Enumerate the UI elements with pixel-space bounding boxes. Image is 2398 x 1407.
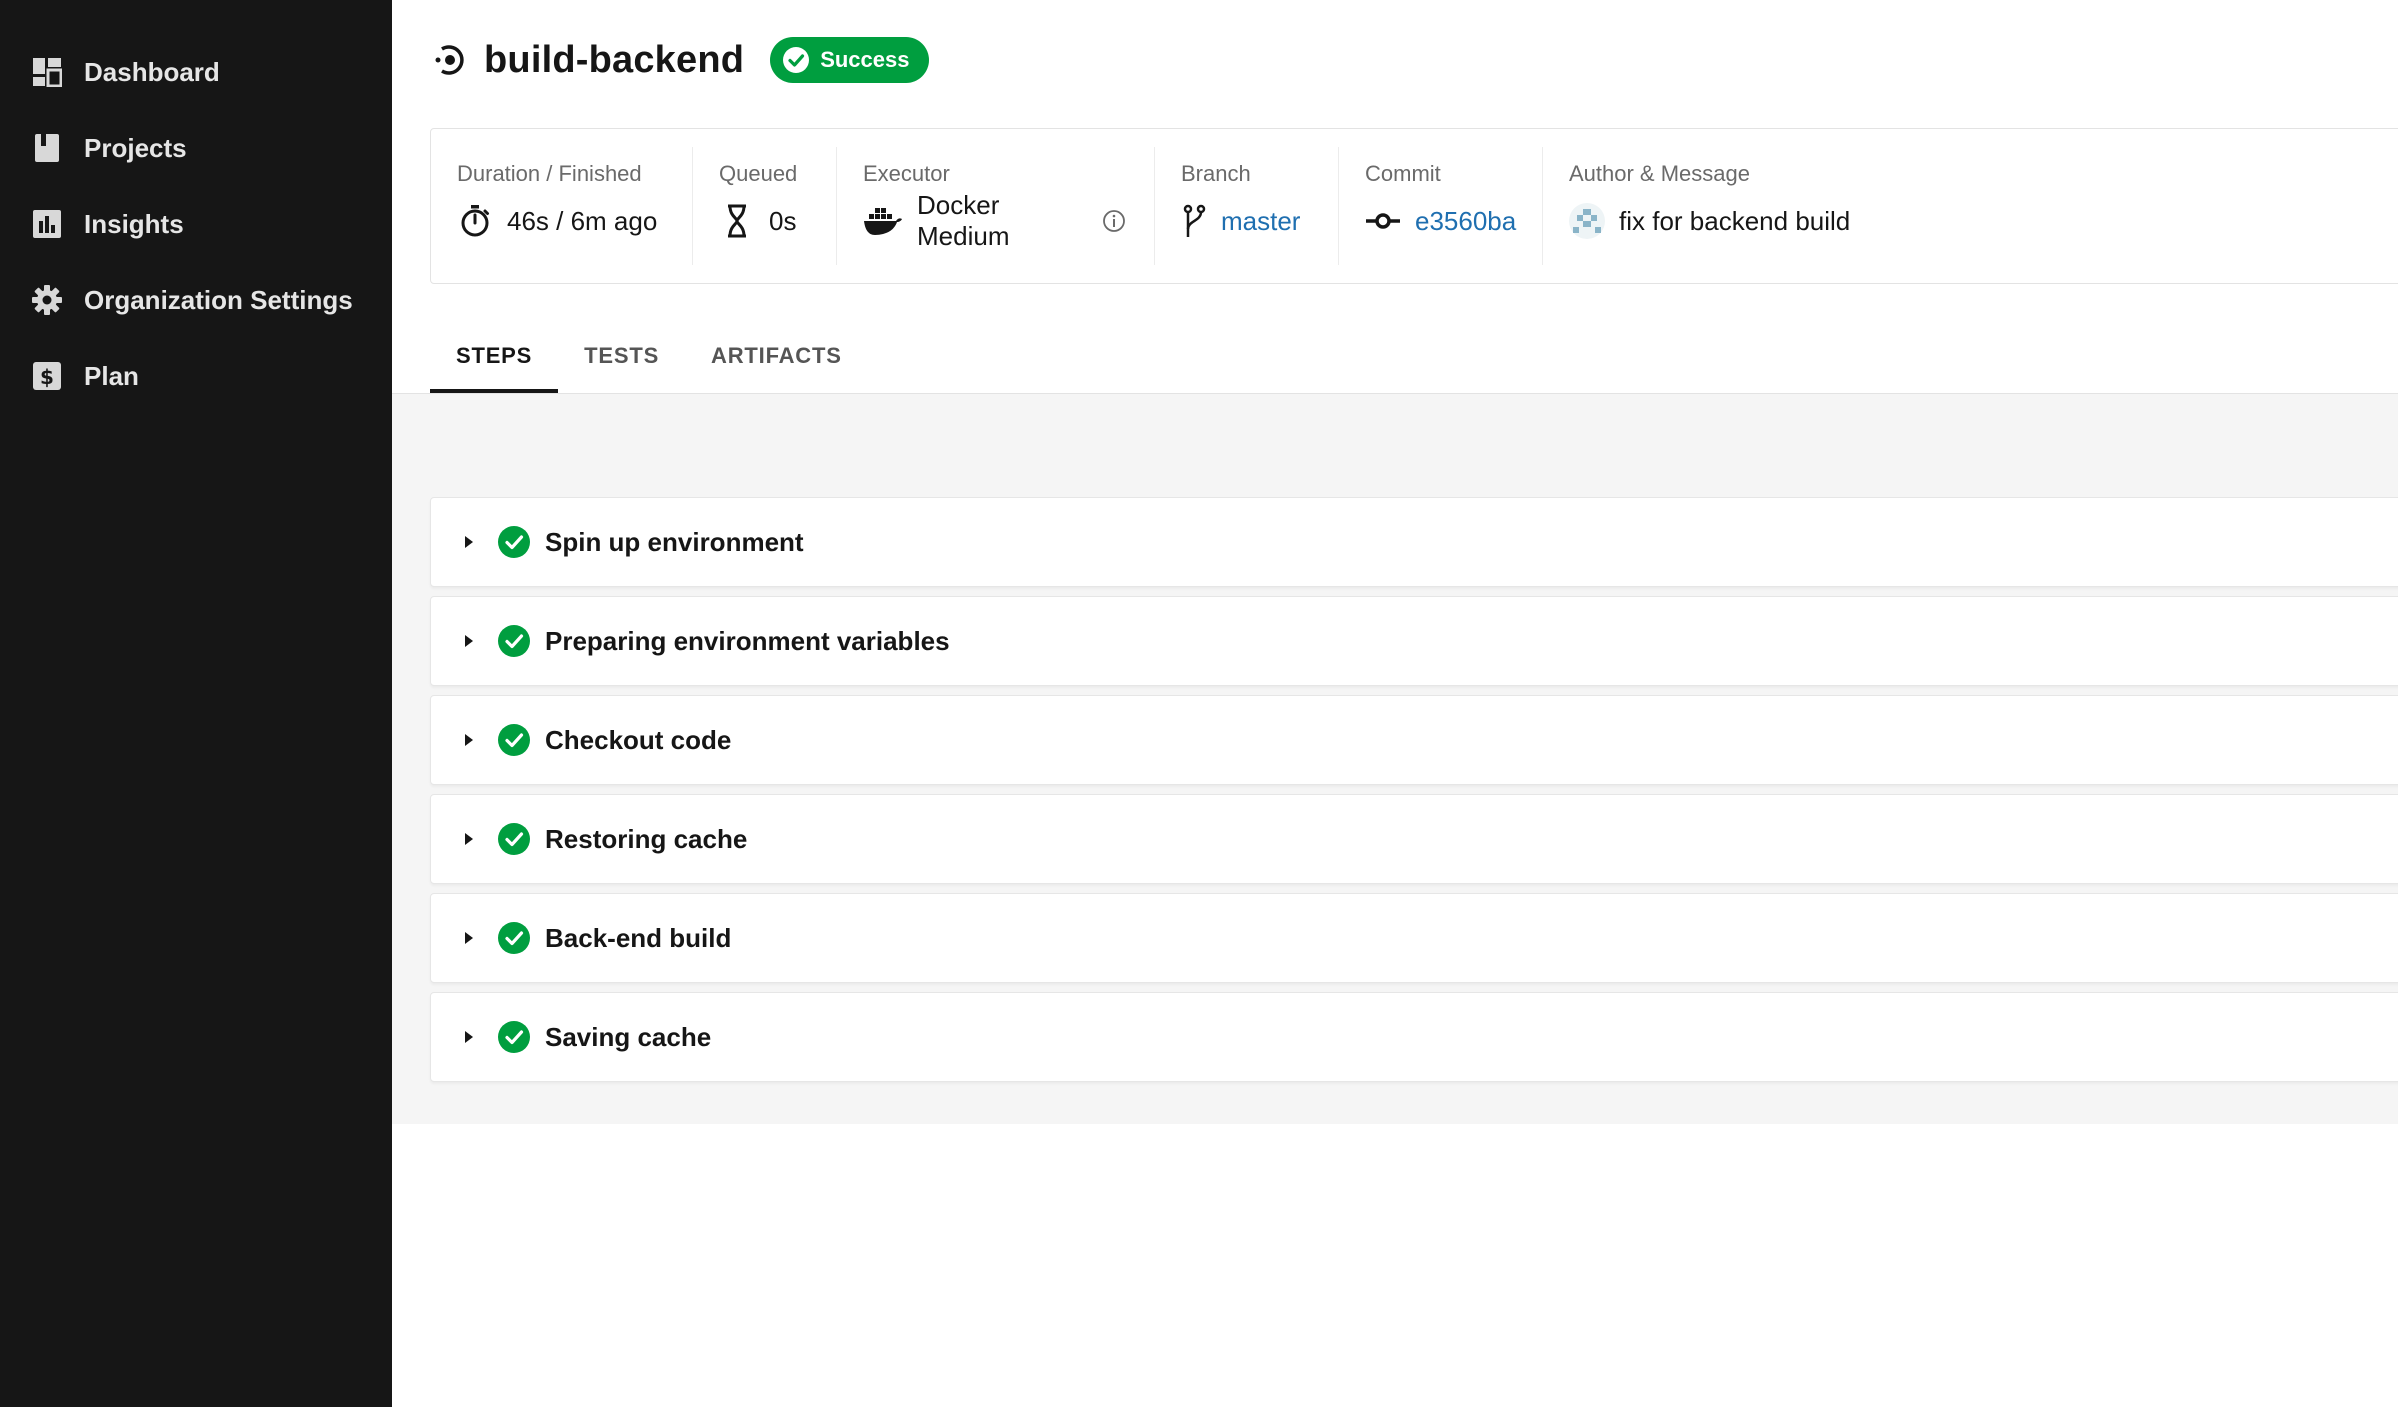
duration-section: Duration / Finished 46s / 6m ago: [431, 147, 693, 265]
avatar[interactable]: [1569, 203, 1605, 239]
queued-value: 0s: [769, 205, 797, 236]
step-label: Saving cache: [545, 1021, 712, 1052]
author-section: Author & Message fix for backend build: [1543, 147, 1983, 265]
duration-label: Duration / Finished: [457, 161, 642, 186]
steps-panel: Spin up environment Preparing environmen…: [392, 394, 2398, 1124]
branch-link[interactable]: master: [1221, 206, 1300, 237]
job-tabs: STEPS TESTS ARTIFACTS: [430, 318, 868, 394]
sidebar-item-dashboard[interactable]: Dashboard: [0, 34, 392, 110]
sidebar: Dashboard Projects Insights Organization…: [0, 0, 392, 1407]
check-circle-icon: [498, 1021, 530, 1053]
caret-right-icon: [461, 831, 477, 847]
sidebar-item-plan[interactable]: $ Plan: [0, 338, 392, 414]
caret-right-icon: [461, 633, 477, 649]
queued-label: Queued: [719, 161, 798, 186]
commit-section: Commit e3560ba: [1339, 147, 1543, 265]
commit-icon: [1365, 203, 1401, 239]
duration-value-row: 46s / 6m ago: [457, 203, 664, 239]
gear-icon: [30, 283, 64, 317]
bar-chart-icon: [30, 207, 64, 241]
page-title: build-backend: [484, 38, 745, 81]
tab-steps[interactable]: STEPS: [430, 318, 559, 394]
branch-section: Branch master: [1155, 147, 1339, 265]
queued-section: Queued 0s: [693, 147, 837, 265]
job-icon: [430, 40, 470, 80]
branch-label: Branch: [1181, 161, 1251, 186]
branch-value-row: master: [1181, 203, 1310, 239]
sidebar-item-label: Projects: [84, 132, 187, 163]
sidebar-item-label: Organization Settings: [84, 284, 353, 315]
hourglass-icon: [719, 203, 755, 239]
tab-artifacts[interactable]: ARTIFACTS: [685, 318, 868, 394]
author-value-row: fix for backend build: [1569, 203, 1955, 239]
check-circle-icon: [498, 724, 530, 756]
queued-value-row: 0s: [719, 203, 808, 239]
author-label: Author & Message: [1569, 161, 1750, 186]
step-label: Back-end build: [545, 922, 732, 953]
commit-label: Commit: [1365, 161, 1441, 186]
executor-value: Docker Medium: [917, 190, 1010, 251]
step-label: Spin up environment: [545, 526, 804, 557]
sidebar-item-organization-settings[interactable]: Organization Settings: [0, 262, 392, 338]
sidebar-item-label: Plan: [84, 360, 139, 391]
docker-icon: [863, 203, 903, 239]
stopwatch-icon: [457, 203, 493, 239]
step-row[interactable]: Spin up environment: [430, 497, 2398, 587]
main-content: build-backend Success Duration / Finishe…: [392, 0, 2398, 1407]
step-label: Checkout code: [545, 724, 732, 755]
job-header: build-backend Success: [430, 34, 930, 86]
executor-value-row: Docker Medium: [863, 190, 1126, 251]
executor-section: Executor Docker Medium: [837, 147, 1155, 265]
step-label: Restoring cache: [545, 823, 748, 854]
step-row[interactable]: Restoring cache: [430, 794, 2398, 884]
check-circle-icon: [783, 47, 810, 73]
step-label: Preparing environment variables: [545, 625, 950, 656]
commit-message: fix for backend build: [1619, 205, 1851, 236]
branch-icon: [1181, 203, 1207, 239]
sidebar-item-label: Insights: [84, 208, 184, 239]
status-badge: Success: [770, 37, 930, 83]
caret-right-icon: [461, 732, 477, 748]
commit-value-row: e3560ba: [1365, 203, 1516, 239]
step-row[interactable]: Checkout code: [430, 695, 2398, 785]
step-row[interactable]: Back-end build: [430, 893, 2398, 983]
status-label: Success: [820, 47, 910, 72]
duration-value: 46s / 6m ago: [507, 205, 658, 236]
info-icon[interactable]: [1102, 209, 1126, 233]
commit-link[interactable]: e3560ba: [1415, 206, 1516, 237]
dollar-icon: $: [30, 359, 64, 393]
caret-right-icon: [461, 534, 477, 550]
tab-tests[interactable]: TESTS: [558, 318, 685, 394]
book-icon: [30, 131, 64, 165]
executor-label: Executor: [863, 161, 950, 186]
step-row[interactable]: Saving cache: [430, 992, 2398, 1082]
sidebar-item-projects[interactable]: Projects: [0, 110, 392, 186]
caret-right-icon: [461, 1029, 477, 1045]
check-circle-icon: [498, 823, 530, 855]
dashboard-icon: [30, 55, 64, 89]
check-circle-icon: [498, 625, 530, 657]
job-details-card: Duration / Finished 46s / 6m ago Queued …: [430, 128, 2398, 284]
sidebar-item-label: Dashboard: [84, 56, 220, 87]
check-circle-icon: [498, 922, 530, 954]
check-circle-icon: [498, 526, 530, 558]
svg-text:$: $: [40, 365, 54, 389]
step-row[interactable]: Preparing environment variables: [430, 596, 2398, 686]
caret-right-icon: [461, 930, 477, 946]
sidebar-item-insights[interactable]: Insights: [0, 186, 392, 262]
